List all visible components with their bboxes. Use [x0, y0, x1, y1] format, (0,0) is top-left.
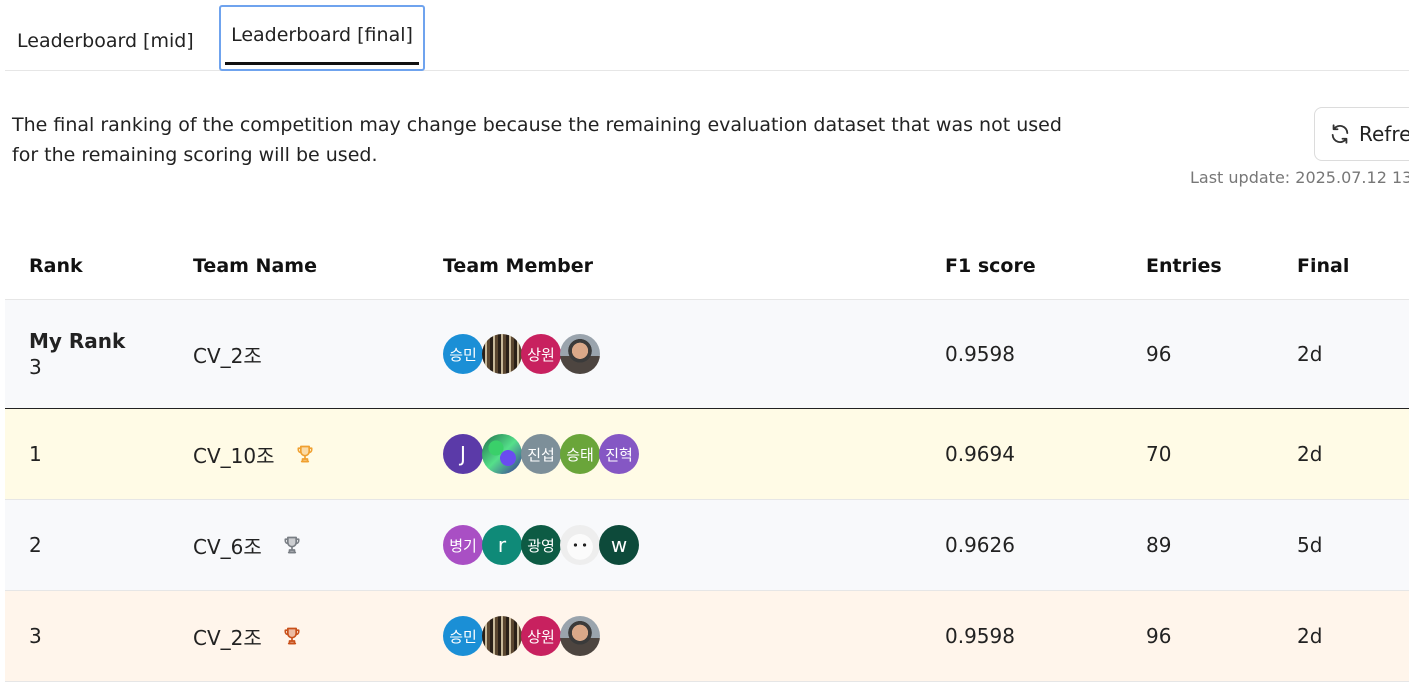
trophy-bronze-icon — [282, 626, 302, 646]
my-rank-value: 3 — [29, 355, 42, 379]
last-update-timestamp: Last update: 2025.07.12 13:5 — [1190, 168, 1409, 187]
team-name: CV_10조 — [193, 443, 275, 468]
avatar-photo[interactable] — [482, 616, 522, 656]
tab-leaderboard-final[interactable]: Leaderboard [final] — [219, 5, 425, 71]
avatar[interactable]: 승민 — [443, 616, 483, 656]
avatar[interactable]: 광영 — [521, 525, 561, 565]
avatar[interactable]: 진혁 — [599, 434, 639, 474]
entries-count: 70 — [1146, 442, 1172, 466]
avatar[interactable]: 승태 — [560, 434, 600, 474]
team-name-cell: CV_10조 — [193, 409, 315, 499]
f1-score: 0.9626 — [945, 533, 1015, 557]
trophy-silver-icon — [282, 535, 302, 555]
my-rank-label: My Rank — [29, 329, 126, 353]
avatar-photo[interactable] — [482, 434, 522, 474]
table-row: 2 CV_6조 병기 r 광영 w 0.9626 89 5d — [5, 500, 1409, 591]
team-name-cell: CV_2조 — [193, 591, 302, 681]
avatar-group: 승민 상원 — [443, 616, 600, 656]
team-name: CV_2조 — [193, 343, 262, 368]
avatar[interactable]: J — [443, 434, 483, 474]
avatar-group: 병기 r 광영 w — [443, 525, 639, 565]
team-name-cell: CV_6조 — [193, 500, 302, 590]
column-header-f1-score: F1 score — [945, 254, 1036, 277]
avatar[interactable]: 병기 — [443, 525, 483, 565]
avatar-photo[interactable] — [482, 334, 522, 374]
f1-score: 0.9598 — [945, 342, 1015, 366]
avatar[interactable]: 상원 — [521, 334, 561, 374]
refresh-label: Refre — [1359, 122, 1409, 146]
my-rank-row: My Rank 3 CV_2조 승민 상원 0.9598 96 2d — [5, 300, 1409, 409]
entries-count: 89 — [1146, 533, 1172, 557]
table-header-row: Rank Team Name Team Member F1 score Entr… — [5, 228, 1409, 300]
entries-count: 96 — [1146, 342, 1172, 366]
tab-leaderboard-final-label: Leaderboard [final] — [231, 24, 413, 46]
avatar-photo[interactable] — [560, 525, 600, 565]
column-header-rank: Rank — [29, 254, 83, 277]
rank-value: 3 — [29, 624, 42, 648]
team-members: 병기 r 광영 w — [443, 500, 639, 590]
final-time: 5d — [1297, 533, 1323, 557]
column-header-entries: Entries — [1146, 254, 1222, 277]
avatar-photo[interactable] — [560, 616, 600, 656]
table-row: 1 CV_10조 J 진섭 승태 진혁 0.9694 70 2d — [5, 409, 1409, 500]
leaderboard-table: Rank Team Name Team Member F1 score Entr… — [5, 228, 1409, 682]
f1-score: 0.9598 — [945, 624, 1015, 648]
avatar-group: 승민 상원 — [443, 334, 600, 374]
avatar-group: J 진섭 승태 진혁 — [443, 434, 639, 474]
column-header-team-member: Team Member — [443, 254, 594, 277]
trophy-gold-icon — [295, 444, 315, 464]
team-members: J 진섭 승태 진혁 — [443, 409, 639, 499]
team-members: 승민 상원 — [443, 300, 600, 408]
avatar[interactable]: 상원 — [521, 616, 561, 656]
column-header-team-name: Team Name — [193, 254, 317, 277]
rank-value: 2 — [29, 533, 42, 557]
final-time: 2d — [1297, 342, 1323, 366]
column-header-final: Final — [1297, 254, 1350, 277]
avatar[interactable]: w — [599, 525, 639, 565]
active-tab-indicator — [225, 62, 419, 65]
team-members: 승민 상원 — [443, 591, 600, 681]
avatar-photo[interactable] — [560, 334, 600, 374]
entries-count: 96 — [1146, 624, 1172, 648]
final-time: 2d — [1297, 624, 1323, 648]
f1-score: 0.9694 — [945, 442, 1015, 466]
team-name: CV_2조 — [193, 625, 262, 650]
ranking-notice: The final ranking of the competition may… — [12, 114, 1062, 166]
avatar[interactable]: 진섭 — [521, 434, 561, 474]
team-name: CV_6조 — [193, 534, 262, 559]
avatar[interactable]: 승민 — [443, 334, 483, 374]
avatar[interactable]: r — [482, 525, 522, 565]
tab-leaderboard-mid[interactable]: Leaderboard [mid] — [17, 0, 194, 70]
rank-value: 1 — [29, 442, 42, 466]
table-row: 3 CV_2조 승민 상원 0.9598 96 2d — [5, 591, 1409, 682]
refresh-icon — [1329, 123, 1359, 145]
leaderboard-tabs: Leaderboard [mid] Leaderboard [final] — [5, 0, 1409, 71]
final-time: 2d — [1297, 442, 1323, 466]
my-rank-cell: My Rank 3 — [29, 300, 125, 408]
refresh-button[interactable]: Refre — [1314, 107, 1409, 161]
